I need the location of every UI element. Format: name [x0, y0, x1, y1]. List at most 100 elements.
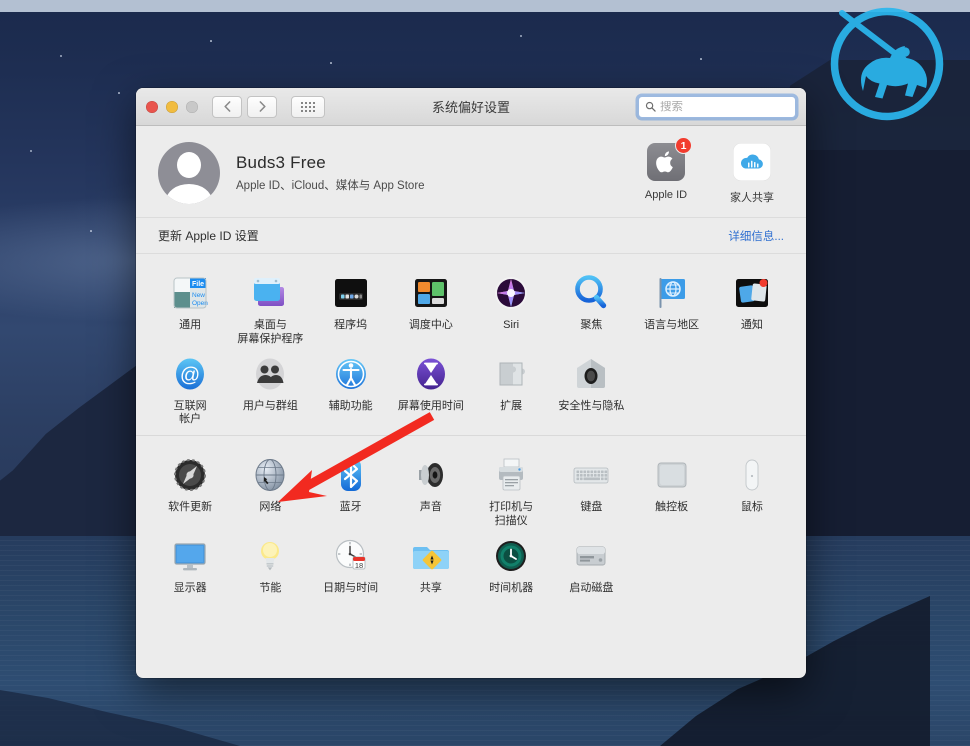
toolbar-nav-group [212, 95, 325, 118]
star [520, 35, 522, 37]
star [210, 40, 212, 42]
pref-empty-slot [632, 531, 712, 605]
pref-label: 打印机与 扫描仪 [489, 501, 534, 527]
avatar-head [177, 151, 201, 178]
pref-label: 启动磁盘 [569, 581, 614, 594]
pref-mouse[interactable]: 鼠标 [712, 450, 792, 529]
update-banner-link[interactable]: 详细信息... [728, 228, 784, 244]
star [118, 92, 120, 94]
pref-label: 网络 [259, 501, 282, 513]
pref-bluetooth[interactable]: 蓝牙 [311, 450, 391, 529]
chevron-right-icon [259, 101, 266, 112]
screen-time-icon [410, 353, 452, 395]
star [30, 150, 32, 152]
preference-row: @ 互联网 帐户 用户与群组 辅助功能 屏幕使用时间 扩展 安全性与隐私 [150, 349, 792, 428]
pref-dock[interactable]: 程序坞 [311, 268, 391, 347]
pref-empty-slot [712, 349, 792, 428]
mission-control-icon [410, 272, 452, 314]
pref-label: 安全性与隐私 [558, 399, 625, 412]
pref-spotlight[interactable]: 聚焦 [551, 268, 631, 347]
pref-label: 日期与时间 [323, 581, 379, 594]
pref-label: 扩展 [500, 399, 523, 412]
zoom-button-disabled [186, 100, 198, 113]
pref-keyboard[interactable]: 键盘 [551, 450, 631, 529]
person-avatar-icon[interactable] [158, 141, 220, 204]
pref-desktop-screensaver[interactable]: 桌面与 屏幕保护程序 [230, 268, 310, 347]
forward-button[interactable] [247, 95, 277, 118]
pref-internet-accounts[interactable]: @ 互联网 帐户 [150, 349, 230, 428]
pref-empty-slot [632, 349, 712, 428]
family-icon-wrap [720, 140, 784, 184]
pref-label: 互联网 帐户 [173, 399, 207, 426]
apple-id-tile[interactable]: 1 Apple ID [634, 137, 698, 205]
minimize-button[interactable] [166, 100, 178, 113]
siri-icon [490, 272, 532, 314]
sharing-icon [410, 535, 452, 577]
pref-energy-saver[interactable]: 节能 [230, 531, 310, 605]
back-button[interactable] [212, 95, 242, 118]
preferences-section-hardware: 软件更新 网络 蓝牙 声音 打印机与 扫描仪 键盘 触控板 鼠标 显示器 节能 … [136, 435, 806, 613]
apple-id-account-row[interactable]: Buds3 Free Apple ID、iCloud、媒体与 App Store… [136, 126, 806, 217]
star [90, 230, 92, 232]
pref-label: 鼠标 [740, 501, 763, 513]
traffic-light-group [146, 100, 198, 113]
pref-sound[interactable]: 声音 [391, 450, 471, 529]
apple-id-update-banner: 更新 Apple ID 设置 详细信息... [136, 217, 806, 254]
search-input[interactable] [660, 100, 789, 113]
pref-time-machine[interactable]: 时间机器 [471, 531, 551, 605]
pref-label: 通用 [179, 319, 202, 331]
pref-date-time[interactable]: 18 日期与时间 [311, 531, 391, 605]
pref-users-groups[interactable]: 用户与群组 [230, 349, 310, 428]
search-field[interactable] [638, 95, 796, 118]
pref-startup-disk[interactable]: 启动磁盘 [551, 531, 631, 605]
system-preferences-window: 系统偏好设置 Buds3 Free Apple ID、iCloud、媒体与 Ap… [136, 88, 806, 678]
window-titlebar: 系统偏好设置 [136, 88, 806, 126]
pref-displays[interactable]: 显示器 [150, 531, 230, 605]
pref-notifications[interactable]: 通知 [712, 268, 792, 347]
notifications-icon [731, 272, 773, 314]
account-name: Buds3 Free [236, 152, 326, 172]
pref-screen-time[interactable]: 屏幕使用时间 [391, 349, 471, 428]
pref-label: 桌面与 屏幕保护程序 [237, 319, 304, 345]
pref-software-update[interactable]: 软件更新 [150, 450, 230, 529]
family-sharing-tile[interactable]: 家人共享 [720, 140, 784, 205]
close-button[interactable] [146, 100, 158, 113]
preferences-section-personal: File New Open 通用 桌面与 屏幕保护程序 程序坞 调度中心 Sir… [136, 254, 806, 435]
pref-siri[interactable]: Siri [471, 268, 551, 347]
security-privacy-icon [570, 353, 612, 395]
pref-security-privacy[interactable]: 安全性与隐私 [551, 349, 631, 428]
dock-icon [330, 272, 372, 314]
sound-icon [410, 454, 452, 496]
time-machine-icon [490, 535, 532, 577]
pref-extensions[interactable]: 扩展 [471, 349, 551, 428]
pref-label: 软件更新 [168, 501, 213, 513]
desktop-wallpaper: 系统偏好设置 Buds3 Free Apple ID、iCloud、媒体与 Ap… [0, 0, 970, 746]
users-groups-icon [249, 353, 291, 395]
pref-trackpad[interactable]: 触控板 [632, 450, 712, 529]
pref-label: 辅助功能 [328, 399, 373, 412]
bluetooth-icon [330, 454, 372, 496]
pref-printers-scanners[interactable]: 打印机与 扫描仪 [471, 450, 551, 529]
star [330, 62, 332, 64]
apple-id-icon-wrap: 1 [634, 137, 698, 184]
pref-language-region[interactable]: 语言与地区 [632, 268, 712, 347]
extensions-icon [490, 353, 532, 395]
pref-mission-control[interactable]: 调度中心 [391, 268, 471, 347]
desktop-screensaver-icon [249, 272, 291, 314]
pref-sharing[interactable]: 共享 [391, 531, 471, 605]
update-banner-text: 更新 Apple ID 设置 [158, 229, 259, 243]
pref-accessibility[interactable]: 辅助功能 [311, 349, 391, 428]
show-all-button[interactable] [291, 95, 325, 118]
grid-view-icon [301, 101, 315, 112]
apple-id-tile-label: Apple ID [644, 189, 688, 201]
pref-label: 触控板 [655, 501, 689, 513]
pref-label: 通知 [740, 319, 763, 331]
family-sharing-tile-label: 家人共享 [730, 192, 774, 204]
pref-network[interactable]: 网络 [230, 450, 310, 529]
search-icon [645, 101, 656, 112]
pref-general[interactable]: File New Open 通用 [150, 268, 230, 347]
internet-accounts-icon: @ [169, 353, 211, 395]
displays-icon [169, 535, 211, 577]
startup-disk-icon [570, 535, 612, 577]
preference-row: 显示器 节能 18 日期与时间 共享 时间机器 启动磁盘 [150, 531, 792, 605]
